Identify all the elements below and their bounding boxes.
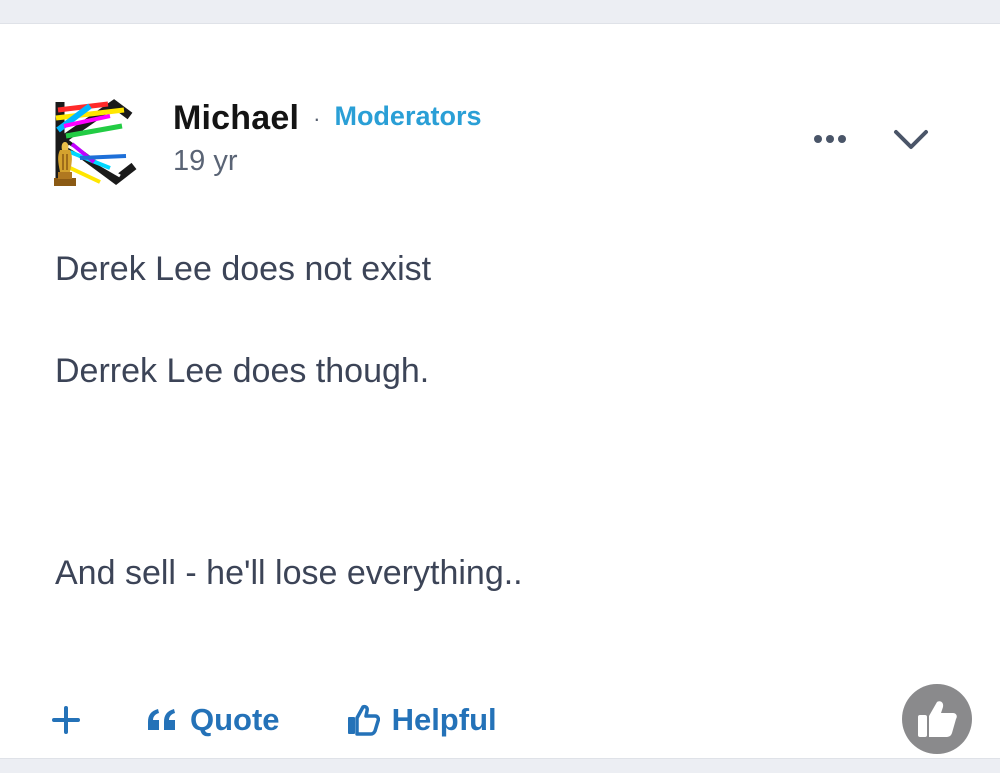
- quote-label: Quote: [190, 702, 280, 737]
- more-options-button[interactable]: [808, 124, 852, 154]
- post-actions: Quote Helpful: [48, 696, 497, 744]
- post-paragraph: Derrek Lee does though.: [55, 352, 430, 390]
- post-card: Michael · Moderators 19 yr Derek Lee doe…: [0, 23, 1000, 759]
- author-line: Michael · Moderators: [173, 98, 481, 138]
- thumbs-up-outline-icon: [347, 704, 380, 736]
- quote-button[interactable]: Quote: [146, 702, 280, 738]
- quote-icon: [148, 709, 175, 730]
- page: Michael · Moderators 19 yr Derek Lee doe…: [0, 0, 1000, 773]
- post-timestamp[interactable]: 19 yr: [173, 145, 237, 178]
- avatar[interactable]: [50, 96, 140, 188]
- post-paragraph: And sell - he'll lose everything..: [55, 554, 523, 592]
- separator-dot: ·: [313, 106, 321, 131]
- author-name[interactable]: Michael: [173, 99, 299, 138]
- author-role-badge[interactable]: Moderators: [334, 101, 481, 132]
- thumbs-up-filled-icon: [918, 701, 957, 737]
- avatar-k-logo-icon: [54, 98, 138, 186]
- helpful-button[interactable]: Helpful: [346, 702, 497, 738]
- add-reaction-button[interactable]: [48, 702, 84, 738]
- post-paragraph: Derek Lee does not exist: [55, 250, 432, 288]
- helpful-label: Helpful: [391, 702, 497, 737]
- plus-icon: [52, 706, 80, 734]
- collapse-button[interactable]: [888, 120, 934, 160]
- like-reaction-button[interactable]: [902, 684, 972, 754]
- chevron-down-icon: [894, 130, 928, 149]
- ellipsis-icon: [814, 135, 846, 143]
